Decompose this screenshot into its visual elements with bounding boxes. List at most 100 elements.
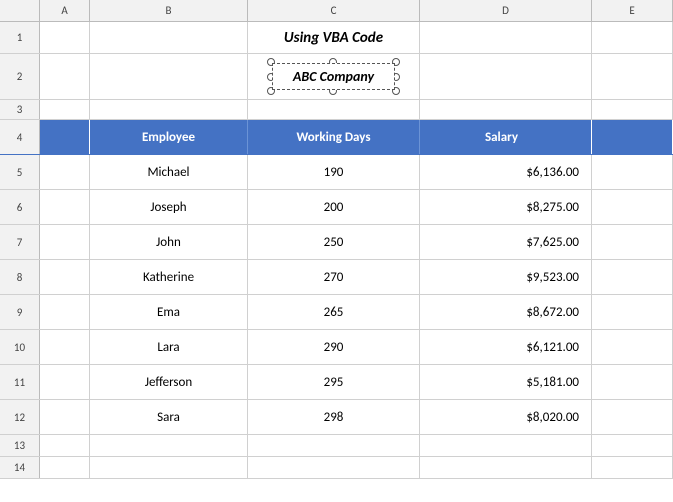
cell-b6[interactable]: Joseph [90,190,248,224]
cell-b5[interactable]: Michael [90,155,248,189]
cell-c8[interactable]: 270 [248,260,420,294]
cell-d2[interactable] [420,54,592,99]
cell-d1[interactable] [420,22,592,53]
cell-b2[interactable] [90,54,248,99]
col-header-e[interactable]: E [592,0,673,21]
row-2: 2 ABC Company [0,54,673,100]
cell-b7[interactable]: John [90,225,248,259]
cell-c3[interactable] [248,100,420,119]
row-num-6: 6 [0,190,40,224]
cell-e13[interactable] [592,435,673,456]
cell-e6[interactable] [592,190,673,224]
cell-b4-header[interactable]: Employee [90,120,248,154]
cell-c13[interactable] [248,435,420,456]
cell-d7[interactable]: $7,625.00 [420,225,592,259]
cell-d8[interactable]: $9,523.00 [420,260,592,294]
cell-e3[interactable] [592,100,673,119]
cell-e10[interactable] [592,330,673,364]
cell-a12[interactable] [40,400,90,434]
cell-e4[interactable] [592,120,673,154]
cell-e8[interactable] [592,260,673,294]
cell-b12[interactable]: Sara [90,400,248,434]
cell-a9[interactable] [40,295,90,329]
cell-b13[interactable] [90,435,248,456]
cell-c5[interactable]: 190 [248,155,420,189]
cell-b14[interactable] [90,457,248,478]
cell-e7[interactable] [592,225,673,259]
row-1: 1 Using VBA Code [0,22,673,54]
cell-e1[interactable] [592,22,673,53]
grid-rows: 1 Using VBA Code 2 [0,22,673,502]
row-6: 6 Joseph 200 $8,275.00 [0,190,673,225]
cell-c1[interactable]: Using VBA Code [248,22,420,53]
abc-company-textbox[interactable]: ABC Company [272,63,395,90]
cell-d12[interactable]: $8,020.00 [420,400,592,434]
cell-a6[interactable] [40,190,90,224]
cell-a10[interactable] [40,330,90,364]
cell-d14[interactable] [420,457,592,478]
cell-e12[interactable] [592,400,673,434]
cell-c6[interactable]: 200 [248,190,420,224]
cell-d9[interactable]: $8,672.00 [420,295,592,329]
row-num-10: 10 [0,330,40,364]
row-num-11: 11 [0,365,40,399]
cell-c14[interactable] [248,457,420,478]
cell-b11[interactable]: Jefferson [90,365,248,399]
col-header-d[interactable]: D [420,0,592,21]
cell-b9[interactable]: Ema [90,295,248,329]
cell-d5[interactable]: $6,136.00 [420,155,592,189]
cell-a1[interactable] [40,22,90,53]
cell-c10[interactable]: 290 [248,330,420,364]
row-14: 14 [0,457,673,479]
cell-d10[interactable]: $6,121.00 [420,330,592,364]
cell-d3[interactable] [420,100,592,119]
row-num-2: 2 [0,54,40,99]
row-9: 9 Ema 265 $8,672.00 [0,295,673,330]
cell-c7[interactable]: 250 [248,225,420,259]
cell-a8[interactable] [40,260,90,294]
cell-a11[interactable] [40,365,90,399]
col-header-c[interactable]: C [248,0,420,21]
cell-a3[interactable] [40,100,90,119]
cell-a7[interactable] [40,225,90,259]
row-num-14: 14 [0,457,40,478]
cell-b10[interactable]: Lara [90,330,248,364]
cell-e5[interactable] [592,155,673,189]
cell-a5[interactable] [40,155,90,189]
row-num-4: 4 [0,120,40,154]
cell-a14[interactable] [40,457,90,478]
cell-e2[interactable] [592,54,673,99]
cell-e11[interactable] [592,365,673,399]
cell-d13[interactable] [420,435,592,456]
cell-e9[interactable] [592,295,673,329]
cell-c4-header[interactable]: Working Days [248,120,420,154]
textbox-container[interactable]: ABC Company [272,63,395,90]
cell-a13[interactable] [40,435,90,456]
row-num-7: 7 [0,225,40,259]
cell-c2[interactable]: ABC Company [248,54,420,99]
col-header-a[interactable]: A [40,0,90,21]
cell-b8[interactable]: Katherine [90,260,248,294]
row-num-8: 8 [0,260,40,294]
cell-d11[interactable]: $5,181.00 [420,365,592,399]
row-10: 10 Lara 290 $6,121.00 [0,330,673,365]
row-12: 12 Sara 298 $8,020.00 [0,400,673,435]
col-header-b[interactable]: B [90,0,248,21]
row-13: 13 [0,435,673,457]
corner-cell [0,0,40,21]
row-3: 3 [0,100,673,120]
data-rows-container: 5 Michael 190 $6,136.00 6 Joseph 200 $8,… [0,155,673,435]
cell-e14[interactable] [592,457,673,478]
cell-c12[interactable]: 298 [248,400,420,434]
row-num-13: 13 [0,435,40,456]
cell-b3[interactable] [90,100,248,119]
cell-d4-header[interactable]: Salary [420,120,592,154]
cell-c11[interactable]: 295 [248,365,420,399]
row-num-12: 12 [0,400,40,434]
cell-a4[interactable] [40,120,90,154]
row-num-3: 3 [0,100,40,119]
cell-a2[interactable] [40,54,90,99]
cell-c9[interactable]: 265 [248,295,420,329]
cell-b1[interactable] [90,22,248,53]
cell-d6[interactable]: $8,275.00 [420,190,592,224]
